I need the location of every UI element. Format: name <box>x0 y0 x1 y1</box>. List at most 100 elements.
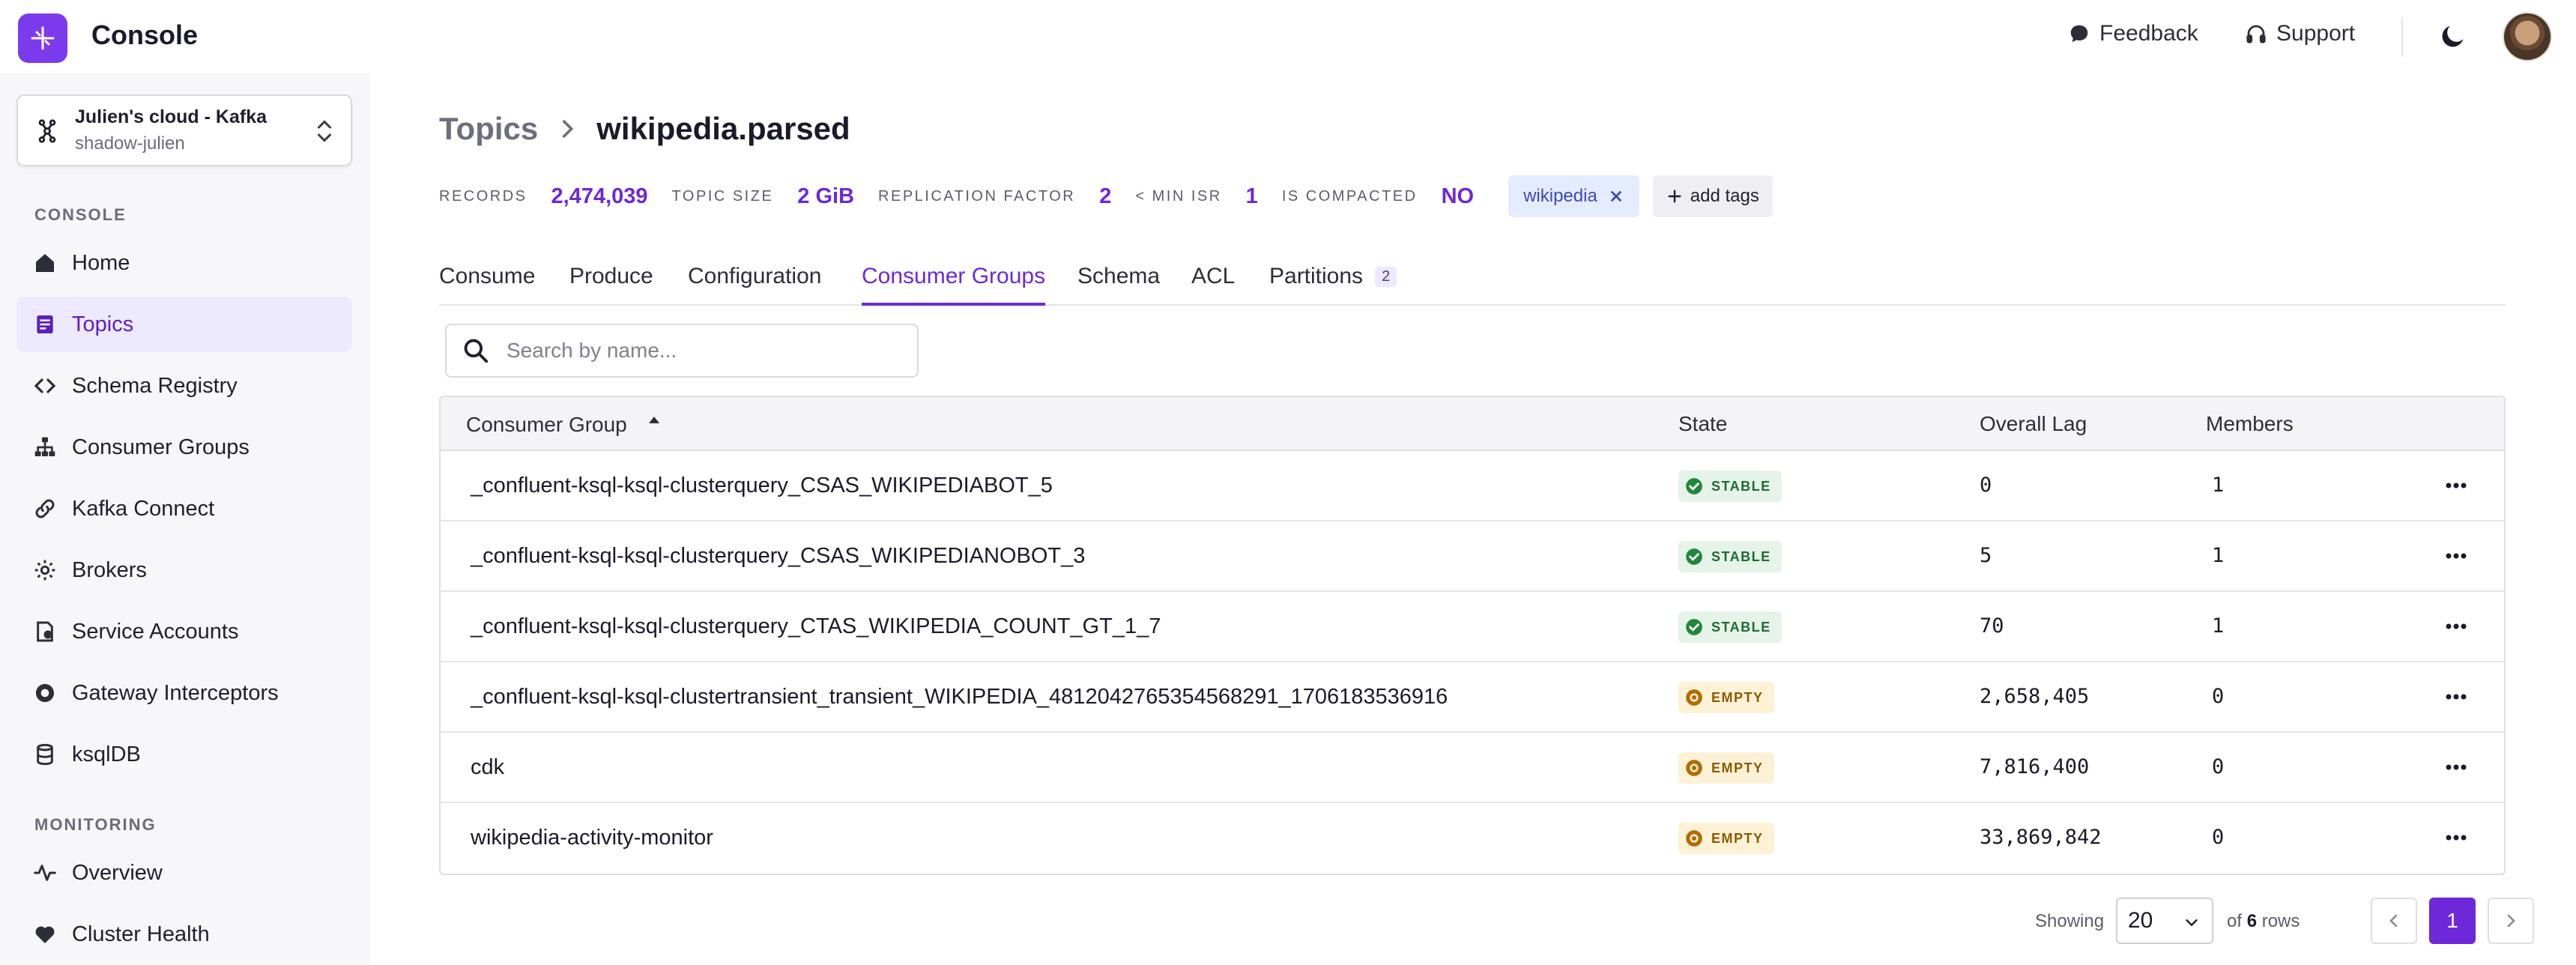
tab-consumer-groups[interactable]: Consumer Groups <box>862 264 1046 306</box>
sidebar-item-overview[interactable]: Overview <box>16 845 352 901</box>
table-row[interactable]: wikipedia-activity-monitor EMPTY 33,869,… <box>441 803 2504 874</box>
sidebar-item-gateway-interceptors[interactable]: Gateway Interceptors <box>16 665 352 721</box>
table-row[interactable]: _confluent-ksql-ksql-clusterquery_CSAS_W… <box>441 521 2504 592</box>
sidebar-item-cluster-health[interactable]: Cluster Health <box>16 907 352 962</box>
consumer-groups-icon <box>34 437 55 456</box>
page-size-select[interactable]: 20 <box>2116 898 2213 944</box>
tag-label: wikipedia <box>1523 186 1597 206</box>
table-row[interactable]: _confluent-ksql-ksql-clusterquery_CSAS_W… <box>441 451 2504 521</box>
more-actions-icon[interactable] <box>2443 685 2470 709</box>
sidebar-item-label: Gateway Interceptors <box>72 680 279 705</box>
app-title: Console <box>91 19 199 50</box>
overall-lag: 5 <box>1980 544 1992 567</box>
more-actions-icon[interactable] <box>2443 544 2470 568</box>
sidebar-item-brokers[interactable]: Brokers <box>16 542 352 598</box>
column-header-label: Consumer Group <box>466 413 627 436</box>
records-label: RECORDS <box>439 187 527 205</box>
feedback-button[interactable]: Feedback <box>2068 21 2198 46</box>
previous-page-button[interactable] <box>2371 898 2417 944</box>
moon-icon <box>2442 25 2464 47</box>
status-label: EMPTY <box>1711 830 1764 846</box>
members-count: 0 <box>2212 685 2225 708</box>
column-header-overall-lag[interactable]: Overall Lag <box>1980 412 2087 436</box>
service-account-icon <box>37 621 53 642</box>
column-header-consumer-group[interactable]: Consumer Group <box>466 412 663 437</box>
consumer-group-name[interactable]: _confluent-ksql-ksql-clustertransient_tr… <box>471 685 1448 710</box>
total-rows-value: 6 <box>2246 911 2258 931</box>
gateway-icon <box>36 684 54 702</box>
tab-partitions[interactable]: Partitions 2 <box>1269 264 1397 306</box>
replication-factor-value: 2 <box>1099 184 1112 208</box>
is-compacted-label: IS COMPACTED <box>1281 187 1418 205</box>
tab-acl[interactable]: ACL <box>1191 264 1235 306</box>
support-button[interactable]: Support <box>2245 21 2355 46</box>
chevron-down-icon <box>2186 919 2198 927</box>
sidebar-item-consumer-groups[interactable]: Consumer Groups <box>16 420 352 475</box>
heart-icon <box>35 926 55 943</box>
tab-schema[interactable]: Schema <box>1077 264 1160 306</box>
rows-label: rows <box>2261 911 2300 931</box>
column-header-state[interactable]: State <box>1678 412 1727 436</box>
overall-lag: 2,658,405 <box>1980 685 2090 708</box>
members-count: 1 <box>2212 614 2225 638</box>
consumer-group-name[interactable]: _confluent-ksql-ksql-clusterquery_CSAS_W… <box>471 544 1085 569</box>
more-actions-icon[interactable] <box>2443 755 2470 779</box>
headphones-icon <box>2246 25 2266 43</box>
more-actions-icon[interactable] <box>2443 614 2470 638</box>
breadcrumb: Topics wikipedia.parsed <box>439 111 850 147</box>
next-page-button[interactable] <box>2488 898 2534 944</box>
chat-bubble-icon <box>2070 25 2088 43</box>
consumer-group-name[interactable]: wikipedia-activity-monitor <box>471 826 713 850</box>
sidebar-item-home[interactable]: Home <box>16 235 352 291</box>
chevron-up-down-icon <box>318 120 331 142</box>
topbar-divider <box>2401 18 2403 57</box>
tab-consume[interactable]: Consume <box>439 264 535 306</box>
sidebar-item-label: Topics <box>72 312 134 336</box>
table-row[interactable]: cdk EMPTY 7,816,400 0 <box>441 733 2504 803</box>
cluster-selector[interactable]: Julien's cloud - Kafka shadow-julien <box>16 94 352 166</box>
status-label: EMPTY <box>1711 689 1764 705</box>
more-actions-icon[interactable] <box>2443 474 2470 497</box>
sidebar-item-label: Service Accounts <box>72 619 239 644</box>
more-actions-icon[interactable] <box>2443 826 2470 850</box>
remove-tag-icon[interactable] <box>1608 188 1624 205</box>
table-row[interactable]: _confluent-ksql-ksql-clusterquery_CTAS_W… <box>441 592 2504 662</box>
page-button-current[interactable]: 1 <box>2429 898 2476 944</box>
add-tags-button[interactable]: add tags <box>1652 175 1773 217</box>
tab-configuration[interactable]: Configuration <box>688 264 821 306</box>
app-logo-icon[interactable] <box>18 13 67 63</box>
partitions-count-badge: 2 <box>1375 267 1397 287</box>
sidebar-item-label: Cluster Health <box>72 922 210 946</box>
overall-lag: 7,816,400 <box>1980 755 2090 778</box>
consumer-group-name[interactable]: cdk <box>471 755 504 780</box>
replication-factor-label: REPLICATION FACTOR <box>878 187 1076 205</box>
breadcrumb-topics-link[interactable]: Topics <box>439 111 538 147</box>
topic-stats: RECORDS 2,474,039 TOPIC SIZE 2 GiB REPLI… <box>439 175 1773 217</box>
members-count: 1 <box>2212 474 2225 497</box>
home-icon <box>36 254 54 272</box>
sidebar-item-ksqldb[interactable]: ksqlDB <box>16 727 352 782</box>
add-tags-label: add tags <box>1690 186 1759 206</box>
consumer-group-name[interactable]: _confluent-ksql-ksql-clusterquery_CTAS_W… <box>471 614 1161 639</box>
sidebar-item-service-accounts[interactable]: Service Accounts <box>16 604 352 659</box>
overall-lag: 0 <box>1980 474 1992 497</box>
chevron-right-icon <box>2507 914 2515 928</box>
sidebar-item-label: Consumer Groups <box>72 435 250 459</box>
min-isr-label: < MIN ISR <box>1135 187 1222 205</box>
tab-produce[interactable]: Produce <box>569 264 653 306</box>
topic-tag: wikipedia <box>1508 175 1639 217</box>
table-row[interactable]: _confluent-ksql-ksql-clustertransient_tr… <box>441 662 2504 733</box>
theme-toggle-button[interactable] <box>2438 21 2468 51</box>
sidebar-item-kafka-connect[interactable]: Kafka Connect <box>16 481 352 536</box>
is-compacted-value: NO <box>1441 184 1475 208</box>
consumer-group-name[interactable]: _confluent-ksql-ksql-clusterquery_CSAS_W… <box>471 474 1053 498</box>
search-input[interactable] <box>507 339 896 363</box>
page-title: wikipedia.parsed <box>596 111 850 146</box>
sidebar-item-schema-registry[interactable]: Schema Registry <box>16 358 352 414</box>
column-header-members[interactable]: Members <box>2206 412 2294 436</box>
search-box <box>445 324 919 378</box>
records-value: 2,474,039 <box>551 184 648 208</box>
chevron-left-icon <box>2389 914 2398 928</box>
sidebar-item-topics[interactable]: Topics <box>16 297 352 352</box>
user-avatar[interactable] <box>2503 12 2552 61</box>
